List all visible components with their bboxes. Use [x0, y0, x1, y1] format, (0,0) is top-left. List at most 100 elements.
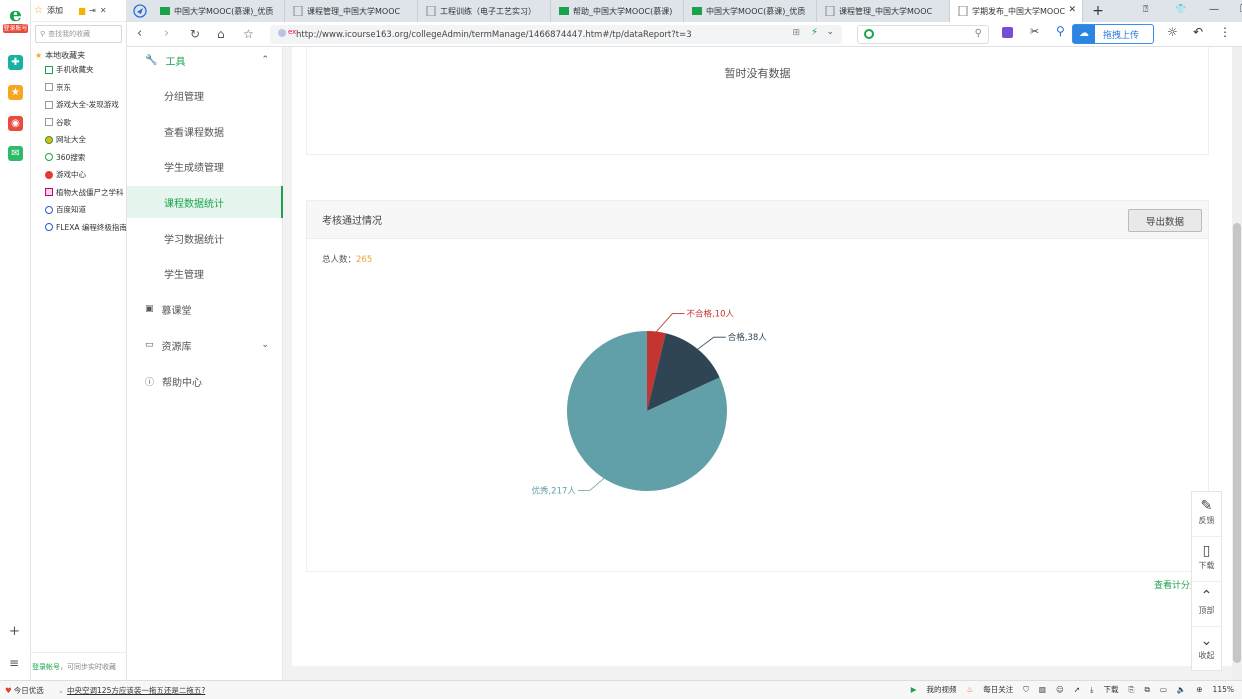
zoom-level[interactable]: 115% — [1213, 685, 1234, 694]
pie-slice-label: 不合格,10人 — [686, 309, 734, 320]
grid-icon[interactable]: ⊞ — [792, 28, 800, 38]
browser-logo[interactable]: e 登录账号 — [3, 4, 28, 38]
speed-icon[interactable]: ⚡ — [811, 27, 818, 38]
folder-icon[interactable]: ▆ — [79, 6, 85, 15]
search-icon[interactable]: ⚲ — [975, 28, 982, 39]
page-icon — [293, 6, 303, 16]
back-to-top-button[interactable]: ⌃ 顶部 — [1192, 582, 1221, 627]
sidebar-help-center[interactable]: ⓘ 帮助中心 — [127, 365, 283, 397]
chevron-down-icon[interactable]: ⌄ — [826, 27, 834, 37]
heart-icon: ♥ — [5, 685, 12, 695]
browser-status-bar: ♥ 今日优选 ⌄ 中央空调125方应该装一拖五还是二拖五? ▶ 我的视频 ♨ 每… — [0, 680, 1242, 699]
favorite-item[interactable]: 谷歌 — [31, 114, 126, 132]
new-tab-icon[interactable]: + — [1083, 0, 1113, 22]
edit-icon: ✎ — [1200, 498, 1213, 514]
browser-tab[interactable]: 中国大学MOOC(慕课)_优质 — [152, 0, 285, 22]
mail-icon[interactable]: ✉ — [8, 146, 23, 161]
bookmark-star-icon[interactable]: ☆ — [243, 26, 254, 42]
drag-upload-button[interactable]: ☁ 拖拽上传 — [1072, 24, 1154, 44]
scrollbar-thumb[interactable] — [1233, 223, 1241, 663]
app-icon[interactable]: ✚ — [8, 55, 23, 70]
sidebar-item-student-manage[interactable]: 学生管理 — [127, 257, 283, 289]
search-toolbar-icon[interactable]: ⚲ — [1056, 24, 1065, 38]
today-picks-link[interactable]: 今日优选 — [12, 685, 44, 696]
close-icon[interactable]: ✕ — [100, 6, 107, 15]
baidu-icon — [45, 223, 53, 232]
navigation-icon[interactable] — [127, 0, 152, 22]
weibo-icon[interactable]: ◉ — [8, 116, 23, 131]
sidebar-item-learning-statistics[interactable]: 学习数据统计 — [127, 222, 283, 254]
star-icon: ★ — [35, 51, 43, 60]
browser-tab[interactable]: 工程训练（电子工艺实习） — [418, 0, 551, 22]
more-icon[interactable]: ⋮ — [1219, 25, 1231, 39]
mooc-icon — [692, 7, 702, 15]
sidebar-item-course-data[interactable]: 查看课程数据 — [127, 115, 283, 147]
copy-icon[interactable]: ⧉ — [1144, 685, 1149, 695]
favorite-item[interactable]: 手机收藏夹 — [31, 61, 126, 79]
sidebar-item-course-statistics[interactable]: 课程数据统计 — [127, 186, 283, 218]
download-app-button[interactable]: ▯ 下载 — [1192, 537, 1221, 582]
sidebar-resource-library[interactable]: ▭ 资源库 ⌄ — [127, 329, 283, 361]
help-circle-icon: ⓘ — [145, 377, 155, 388]
favorites-search-input[interactable]: ⚲ 查找我的收藏 — [35, 25, 122, 43]
url-input[interactable]: ex http://www.icourse163.org/collegeAdmi… — [270, 25, 842, 44]
extension-icon[interactable] — [1002, 27, 1013, 38]
export-data-button[interactable]: 导出数据 — [1128, 209, 1202, 232]
pin-icon[interactable]: ⇥ — [89, 6, 96, 15]
browser-tab[interactable]: 帮助_中国大学MOOC(慕课) — [551, 0, 684, 22]
cast-icon[interactable]: ⎘ — [1128, 685, 1134, 695]
skin-icon[interactable]: 👕 — [1175, 5, 1186, 15]
favorites-root[interactable]: ★ 本地收藏夹 — [31, 46, 126, 61]
my-video-link[interactable]: 我的视频 — [927, 684, 957, 695]
star-add-icon[interactable]: ☆ — [34, 5, 43, 16]
browser-tab[interactable]: 中国大学MOOC(慕课)_优质 — [684, 0, 817, 22]
window-icon[interactable]: ▭ — [1160, 685, 1167, 694]
browser-tab[interactable]: 课程管理_中国大学MOOC — [285, 0, 418, 22]
collapse-button[interactable]: ⌄ 收起 — [1192, 627, 1221, 672]
page-icon — [45, 83, 53, 92]
sidebar-item-group-manage[interactable]: 分组管理 — [127, 79, 283, 111]
daily-follow-link[interactable]: 每日关注 — [983, 684, 1013, 695]
favorite-item[interactable]: 植物大战僵尸之学科 — [31, 184, 126, 202]
close-tab-icon[interactable]: ✕ — [1068, 5, 1076, 15]
star-icon[interactable]: ★ — [8, 85, 23, 100]
forward-icon[interactable]: › — [164, 26, 169, 42]
home-icon[interactable]: ⌂ — [217, 26, 225, 42]
brightness-icon[interactable]: ☼ — [1167, 25, 1178, 39]
sidebar-tools[interactable]: 🔧 工具 ⌃ — [127, 44, 283, 76]
download-link[interactable]: 下载 — [1103, 684, 1118, 695]
help-icon[interactable]: ⍰ — [1143, 5, 1148, 15]
volume-icon[interactable]: 🔈 — [1177, 685, 1186, 694]
news-link[interactable]: 中央空调125方应该装一拖五还是二拖五? — [64, 685, 205, 696]
sidebar-item-grade-manage[interactable]: 学生成绩管理 — [127, 150, 283, 182]
add-icon[interactable]: + — [9, 624, 20, 639]
scissors-icon[interactable]: ✂ — [1030, 25, 1039, 38]
favorite-item[interactable]: FLEXA 编程终极指南 — [31, 219, 126, 237]
favorite-item[interactable]: 360搜索 — [31, 149, 126, 167]
favorite-item[interactable]: 京东 — [31, 79, 126, 97]
image-icon[interactable]: ▨ — [1039, 685, 1046, 694]
comment-icon[interactable]: ☺ — [1056, 685, 1064, 694]
login-tag[interactable]: 登录账号 — [3, 24, 28, 33]
browser-tab[interactable]: 课程管理_中国大学MOOC — [817, 0, 950, 22]
refresh-icon[interactable]: ↻ — [190, 26, 200, 42]
menu-icon[interactable]: ≡ — [9, 656, 19, 670]
undo-icon[interactable]: ↶ — [1193, 25, 1203, 39]
search-engine-input[interactable]: ⚲ — [857, 25, 989, 44]
back-icon[interactable]: ‹ — [137, 26, 142, 42]
favorite-item[interactable]: 游戏大全-发现游戏 — [31, 96, 126, 114]
browser-tab-active[interactable]: 学期发布_中国大学MOOC ✕ — [950, 0, 1083, 22]
shield-icon[interactable]: ⛉ — [1023, 685, 1029, 695]
search-360-icon — [45, 153, 53, 162]
sidebar-mooc-class[interactable]: ▣ 慕课堂 — [127, 293, 283, 325]
rocket-icon[interactable]: ➚ — [1074, 685, 1080, 694]
favorite-item[interactable]: 百度知道 — [31, 201, 126, 219]
feedback-button[interactable]: ✎ 反馈 — [1192, 492, 1221, 537]
cloud-icon: ☁ — [1073, 25, 1095, 43]
login-link[interactable]: 登录帐号 — [32, 662, 60, 672]
favorite-item[interactable]: 游戏中心 — [31, 166, 126, 184]
page-scrollbar[interactable] — [1232, 47, 1242, 680]
minimize-icon[interactable]: — — [1209, 4, 1219, 15]
favorites-add-button[interactable]: 添加 — [47, 5, 63, 16]
favorite-item[interactable]: 网址大全 — [31, 131, 126, 149]
